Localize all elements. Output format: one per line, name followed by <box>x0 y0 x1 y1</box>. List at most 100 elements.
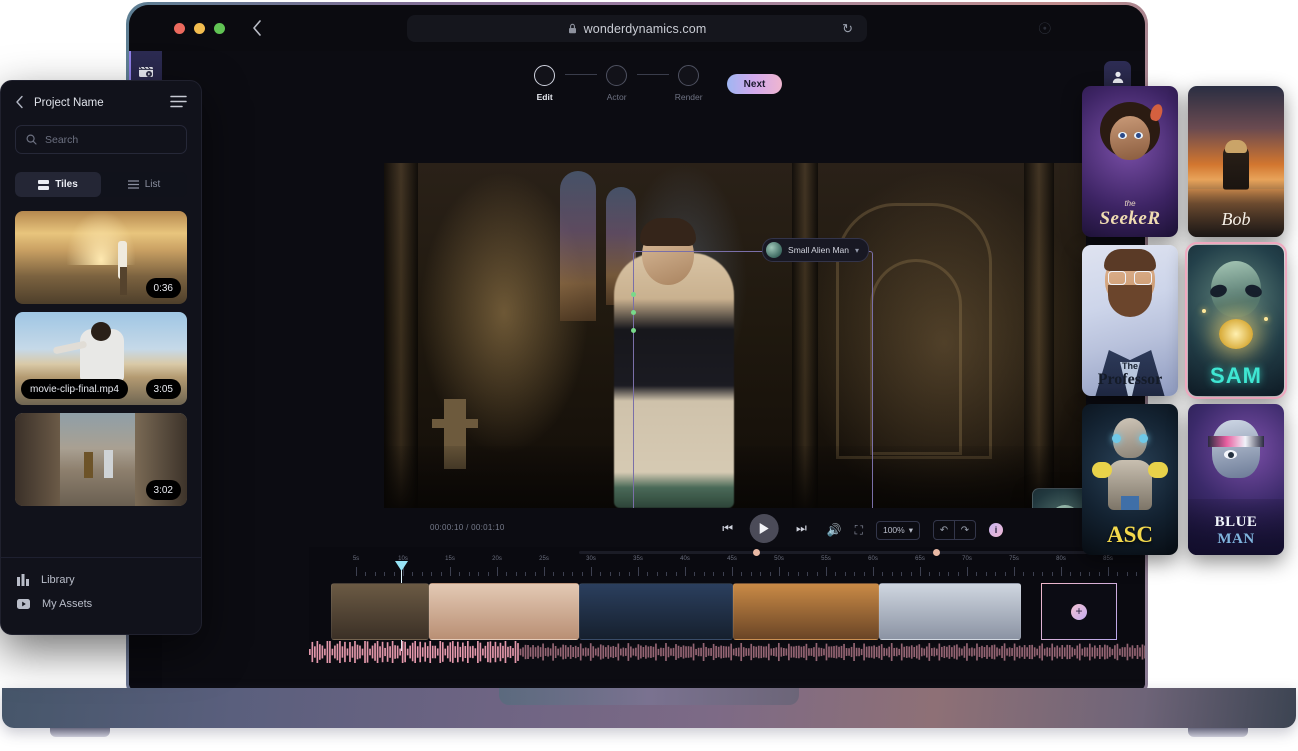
chevron-down-icon: ▾ <box>854 245 859 255</box>
volume-icon[interactable]: 🔊 <box>827 523 842 537</box>
video-canvas[interactable]: Small Alien Man ▾ SAM <box>384 163 1086 508</box>
ruler-tick-minor <box>1070 572 1072 576</box>
skip-next-icon[interactable]: ⏭ <box>796 521 807 536</box>
character-card-title: The Professor <box>1097 361 1163 388</box>
playhead-handle[interactable] <box>395 561 408 571</box>
timeline-clip[interactable] <box>733 583 879 640</box>
timeline-clip[interactable] <box>579 583 733 640</box>
step-edit[interactable]: Edit <box>525 65 565 102</box>
ruler-label: 70s <box>962 556 972 562</box>
media-item-3[interactable]: 3:02 <box>15 413 187 506</box>
character-card-the-professor[interactable]: The Professor <box>1082 245 1178 396</box>
player-controls: 00:00:10 / 00:01:10 ⏮ ⏭ 🔊 ⛶ 100% ▾ ↶ ↷ i <box>384 511 1145 549</box>
step-connector <box>636 74 669 75</box>
ruler-label: 50s <box>774 556 784 562</box>
search-input[interactable]: Search <box>15 125 187 154</box>
ruler-tick-major <box>544 567 545 576</box>
timeline-scrollbar[interactable] <box>579 549 1107 556</box>
laptop-foot-left <box>50 728 110 737</box>
app-body: Edit Actor Render Next Small Alien Man ▾… <box>162 51 1145 691</box>
plus-icon: + <box>1071 603 1087 620</box>
character-card-asc[interactable]: ASC <box>1082 404 1178 555</box>
timeline-clip-row[interactable]: + <box>309 583 1145 640</box>
ruler-tick-minor <box>694 572 696 576</box>
play-icon[interactable] <box>750 514 779 543</box>
ruler-tick-minor <box>619 572 621 576</box>
redo-icon[interactable]: ↷ <box>955 520 976 540</box>
step-actor[interactable]: Actor <box>597 65 637 102</box>
ruler-tick-minor <box>553 572 555 576</box>
media-duration: 3:05 <box>145 379 181 399</box>
character-card-bob[interactable]: Bob <box>1188 86 1284 237</box>
next-button[interactable]: Next <box>726 74 783 94</box>
notification-icon[interactable]: ☉ <box>1038 19 1052 39</box>
scroll-handle-left[interactable] <box>753 549 761 556</box>
character-card-the-seeker[interactable]: the SeekeR <box>1082 86 1178 237</box>
character-card-sam[interactable]: SAM <box>1185 242 1287 399</box>
sidebar-item-my-assets[interactable]: My Assets <box>1 592 201 616</box>
media-item-2[interactable]: movie-clip-final.mp4 3:05 <box>15 312 187 405</box>
screenshot-root: wonderdynamics.com ↻ ☉ Edit Actor Render… <box>0 0 1298 751</box>
ruler-tick-minor <box>1089 572 1091 576</box>
view-mode-list-label: List <box>144 179 161 190</box>
ruler-label: 15s <box>445 556 455 562</box>
character-card-blue-man[interactable]: BLUE MAN <box>1188 404 1284 555</box>
minimize-window-button[interactable] <box>194 23 205 34</box>
reload-icon[interactable]: ↻ <box>842 21 853 37</box>
ruler-tick-minor <box>863 572 865 576</box>
step-indicator: Edit Actor Render Next <box>162 65 1145 102</box>
browser-back-button[interactable] <box>244 15 270 41</box>
undo-icon[interactable]: ↶ <box>933 520 955 540</box>
maximize-window-button[interactable] <box>214 23 225 34</box>
timeline-ruler[interactable]: 5s 10s 15s 20s 25s 30s 35s 40s 45s 50s 55s 60s 65s 70… <box>309 556 1145 651</box>
timeline-clip[interactable] <box>429 583 579 640</box>
ruler-tick-minor <box>534 572 536 576</box>
browser-url-bar[interactable]: wonderdynamics.com ↻ <box>407 15 867 42</box>
step-render[interactable]: Render <box>669 65 709 102</box>
ruler-label: 55s <box>821 556 831 562</box>
ruler-tick-minor <box>1004 572 1006 576</box>
view-mode-list[interactable]: List <box>101 172 187 197</box>
media-duration: 0:36 <box>145 278 181 298</box>
skip-previous-icon[interactable]: ⏮ <box>722 521 733 536</box>
chevron-left-icon[interactable] <box>15 95 24 112</box>
timeline[interactable]: 5s 10s 15s 20s 25s 30s 35s 40s 45s 50s 55s 60s 65s 70… <box>309 547 1145 666</box>
ruler-tick-minor <box>1126 572 1128 576</box>
window-traffic-lights[interactable] <box>174 23 225 34</box>
ruler-label: 85s <box>1103 556 1113 562</box>
zoom-level-select[interactable]: 100% ▾ <box>875 520 920 540</box>
info-badge[interactable]: i <box>989 523 1003 537</box>
view-mode-tiles[interactable]: Tiles <box>15 172 101 197</box>
dragged-character-card[interactable]: SAM 👆 <box>1032 488 1086 508</box>
fit-screen-icon[interactable]: ⛶ <box>855 523 863 538</box>
ruler-tick-minor <box>995 572 997 576</box>
ruler-tick-minor <box>440 572 442 576</box>
timecode-display: 00:00:10 / 00:01:10 <box>430 523 505 532</box>
ruler-tick-major <box>967 567 968 576</box>
media-filename: movie-clip-final.mp4 <box>21 379 128 399</box>
scroll-handle-right[interactable] <box>932 549 940 556</box>
lock-icon <box>568 23 576 34</box>
ruler-label: 35s <box>633 556 643 562</box>
ruler-tick-minor <box>609 572 611 576</box>
timeline-clip[interactable] <box>879 583 1021 640</box>
url-text: wonderdynamics.com <box>583 21 707 36</box>
timeline-clip[interactable] <box>331 583 429 640</box>
ruler-tick-minor <box>600 572 602 576</box>
ruler-tick-minor <box>910 572 912 576</box>
ruler-tick-major <box>826 567 827 576</box>
media-item-1[interactable]: 0:36 <box>15 211 187 304</box>
ruler-tick-minor <box>515 572 517 576</box>
selection-box[interactable]: Small Alien Man ▾ <box>631 238 873 508</box>
ruler-tick-minor <box>1098 572 1100 576</box>
chevron-down-icon: ▾ <box>908 524 913 535</box>
hamburger-menu-icon[interactable] <box>170 95 187 111</box>
ruler-tick-minor <box>506 572 508 576</box>
add-clip-button[interactable]: + <box>1041 583 1117 640</box>
ruler-tick-minor <box>393 572 395 576</box>
ruler-tick-minor <box>666 572 668 576</box>
close-window-button[interactable] <box>174 23 185 34</box>
ruler-tick-minor <box>431 572 433 576</box>
character-chip[interactable]: Small Alien Man ▾ <box>762 238 869 262</box>
sidebar-item-library[interactable]: Library <box>1 568 201 592</box>
